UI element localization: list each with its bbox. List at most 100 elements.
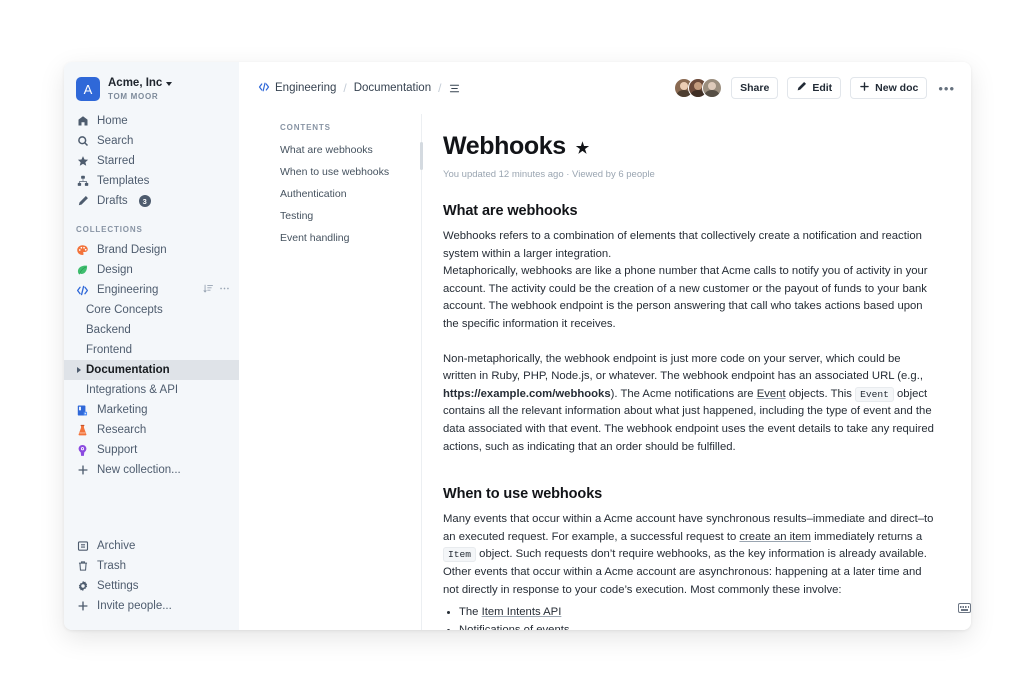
toc-item-authentication[interactable]: Authentication (280, 188, 422, 200)
item-intents-api-link[interactable]: Item Intents API (482, 606, 562, 618)
sidebar-item-label: Search (97, 135, 134, 148)
sidebar-document-label: Frontend (86, 344, 133, 357)
app-window: A Acme, Inc TOM MOOR Home Search Starred… (64, 62, 971, 630)
sidebar-collection-brand-design[interactable]: Brand Design (64, 240, 239, 260)
document-meta: You updated 12 minutes ago · Viewed by 6… (443, 169, 655, 180)
contents-heading: CONTENTS (280, 123, 331, 132)
chevron-right-icon[interactable] (77, 367, 81, 374)
collaborator-avatars[interactable] (674, 78, 723, 98)
sidebar: A Acme, Inc TOM MOOR Home Search Starred… (64, 62, 239, 630)
list-menu-icon[interactable] (448, 82, 461, 95)
breadcrumb-separator: / (343, 81, 347, 95)
list-item: The Item Intents API (459, 603, 935, 621)
sidebar-document-label: Integrations & API (86, 384, 179, 397)
pencil-icon (76, 195, 89, 208)
table-of-contents: CONTENTS What are webhooks When to use w… (239, 114, 423, 630)
sidebar-document-integrations-api[interactable]: Integrations & API (64, 380, 239, 400)
toc-item-testing[interactable]: Testing (280, 210, 422, 222)
sidebar-item-label: Invite people... (97, 600, 172, 612)
sidebar-item-label: Archive (97, 540, 136, 552)
toc-item-event-handling[interactable]: Event handling (280, 232, 422, 244)
team-name-label: Acme, Inc (108, 77, 163, 89)
edit-button-label: Edit (812, 82, 833, 94)
topbar: Engineering / Documentation / Share Edit… (239, 62, 971, 114)
collections-section-label: COLLECTIONS (76, 225, 143, 235)
list-item-prefix: The (459, 606, 482, 619)
bullet-list: The Item Intents API Notifications of ev… (459, 603, 935, 630)
breadcrumb-collection[interactable]: Engineering (258, 81, 336, 96)
breadcrumb: Engineering / Documentation / (258, 81, 461, 96)
page-title-text: Webhooks (443, 132, 566, 160)
sidebar-item-invite-people[interactable]: Invite people... (64, 596, 239, 616)
avatar[interactable] (702, 78, 723, 98)
leaf-icon (76, 264, 89, 277)
code-icon (76, 284, 89, 297)
breadcrumb-document[interactable]: Documentation (354, 82, 431, 94)
gear-icon (76, 580, 89, 593)
keyboard-icon[interactable] (958, 603, 971, 613)
sidebar-collection-label: Support (97, 444, 138, 457)
book-icon (76, 404, 89, 417)
page-title: Webhooks ★ (443, 132, 935, 161)
team-switcher[interactable]: A Acme, Inc TOM MOOR (64, 72, 239, 111)
sidebar-document-backend[interactable]: Backend (64, 320, 239, 340)
plus-icon (76, 600, 89, 613)
sidebar-item-home[interactable]: Home (64, 111, 239, 131)
archive-icon (76, 540, 89, 553)
sidebar-document-frontend[interactable]: Frontend (64, 340, 239, 360)
plus-icon (76, 464, 89, 477)
breadcrumb-collection-label: Engineering (275, 82, 337, 94)
sidebar-collection-label: Engineering (97, 284, 159, 297)
toc-item-what-are-webhooks[interactable]: What are webhooks (280, 144, 422, 156)
breadcrumb-separator: / (438, 81, 442, 95)
main-area: Engineering / Documentation / Share Edit… (239, 62, 971, 630)
create-an-item-link[interactable]: create an item (739, 531, 811, 543)
share-button[interactable]: Share (731, 77, 779, 99)
sidebar-item-settings[interactable]: Settings (64, 576, 239, 596)
sidebar-bottom-nav: Archive Trash Settings Invite people... (64, 536, 239, 616)
more-options-button[interactable]: ••• (936, 82, 957, 95)
star-filled-icon[interactable]: ★ (576, 141, 589, 156)
sidebar-item-templates[interactable]: Templates (64, 171, 239, 191)
sidebar-item-label: Settings (97, 580, 139, 592)
star-icon (76, 155, 89, 168)
trash-icon (76, 560, 89, 573)
paragraph: Metaphorically, webhooks are like a phon… (443, 265, 928, 330)
new-doc-button-label: New doc (875, 82, 919, 94)
sidebar-item-trash[interactable]: Trash (64, 556, 239, 576)
sidebar-new-collection[interactable]: New collection... (64, 460, 239, 480)
topbar-actions: Share Edit New doc ••• (674, 77, 957, 99)
sidebar-collection-design[interactable]: Design (64, 260, 239, 280)
paragraph-with-links: Non-metaphorically, the webhook endpoint… (443, 351, 935, 457)
sidebar-document-core-concepts[interactable]: Core Concepts (64, 300, 239, 320)
sidebar-collection-label: Brand Design (97, 244, 167, 257)
palette-icon (76, 244, 89, 257)
chevron-down-icon (166, 82, 173, 87)
event-link[interactable]: Event (757, 388, 786, 400)
paragraph: Webhooks refers to a combination of elem… (443, 230, 922, 260)
inline-code-item: Item (443, 547, 477, 563)
team-user-label: TOM MOOR (108, 92, 159, 102)
toc-item-when-to-use-webhooks[interactable]: When to use webhooks (280, 166, 422, 178)
sidebar-collection-research[interactable]: Research (64, 420, 239, 440)
edit-button[interactable]: Edit (787, 77, 842, 99)
templates-icon (76, 175, 89, 188)
sidebar-collection-support[interactable]: Support (64, 440, 239, 460)
sidebar-item-starred[interactable]: Starred (64, 151, 239, 171)
sidebar-item-label: Trash (97, 560, 126, 572)
new-doc-button[interactable]: New doc (850, 77, 928, 99)
sidebar-collection-engineering[interactable]: Engineering (64, 280, 239, 300)
sidebar-document-documentation[interactable]: Documentation (64, 360, 239, 381)
sidebar-item-label: Home (97, 115, 128, 128)
sort-icon[interactable] (203, 283, 214, 297)
more-horizontal-icon[interactable] (219, 283, 230, 297)
team-name: Acme, Inc (108, 77, 173, 90)
lifebuoy-icon (76, 444, 89, 457)
sidebar-item-search[interactable]: Search (64, 131, 239, 151)
sidebar-item-archive[interactable]: Archive (64, 536, 239, 556)
sidebar-item-drafts[interactable]: Drafts 3 (64, 191, 239, 211)
sidebar-collection-label: Marketing (97, 404, 148, 417)
team-logo: A (76, 77, 100, 102)
sidebar-collection-marketing[interactable]: Marketing (64, 400, 239, 420)
home-icon (76, 115, 89, 128)
